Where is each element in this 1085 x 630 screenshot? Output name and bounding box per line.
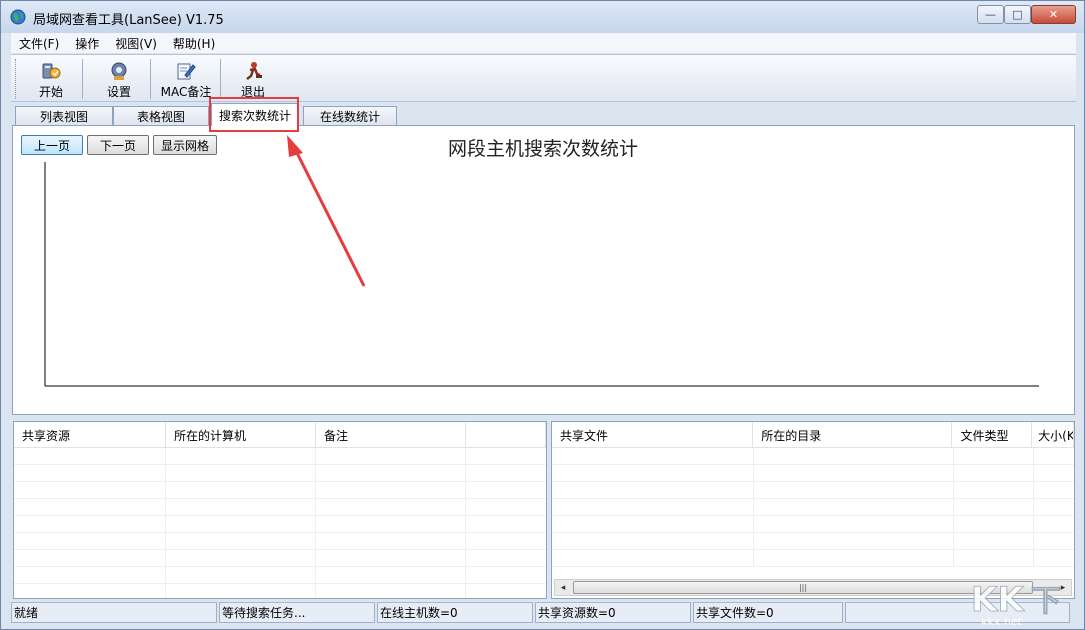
col-remark[interactable]: 备注 [316, 422, 466, 448]
settings-label: 设置 [106, 85, 131, 99]
tab-table-view[interactable]: 表格视图 [113, 106, 209, 126]
annotation-highlight-box [209, 97, 299, 132]
toolbar: 开始 设置 MAC备注 退出 [11, 54, 1076, 102]
window-title: 局域网查看工具(LanSee) V1.75 [33, 13, 224, 28]
status-bar: 就绪 等待搜索任务... 在线主机数=0 共享资源数=0 共享文件数=0 [11, 602, 1076, 623]
toolbar-separator [150, 59, 151, 99]
col-directory[interactable]: 所在的目录 [753, 422, 953, 448]
scrollbar-thumb[interactable]: ||| [573, 581, 1033, 594]
menu-file[interactable]: 文件(F) [11, 35, 67, 52]
status-shared-resources: 共享资源数=0 [535, 602, 691, 623]
table-row [552, 499, 1074, 516]
col-file-type[interactable]: 文件类型 [952, 422, 1033, 448]
maximize-button[interactable]: □ [1004, 5, 1031, 24]
watermark-logo: KK 下 kkx.net [971, 580, 1062, 627]
annotation-arrow-icon [287, 135, 366, 287]
menu-view[interactable]: 视图(V) [107, 35, 165, 52]
note-pencil-icon [177, 63, 196, 80]
exit-button[interactable]: 退出 [233, 57, 273, 101]
table-row [552, 550, 1074, 567]
col-size[interactable]: 大小(K [1032, 422, 1074, 448]
start-button[interactable]: 开始 [31, 57, 71, 101]
status-ready: 就绪 [11, 602, 217, 623]
table-row [14, 533, 546, 550]
svg-text:KK: KK [971, 580, 1025, 620]
app-globe-icon [10, 9, 26, 25]
col-shared-resource[interactable]: 共享资源 [14, 422, 166, 448]
table-row [552, 465, 1074, 482]
close-button[interactable]: ✕ [1031, 5, 1076, 24]
toolbar-grip[interactable] [15, 59, 18, 99]
shared-resources-table: 共享资源 所在的计算机 备注 [13, 421, 547, 599]
title-bar[interactable]: 局域网查看工具(LanSee) V1.75 — □ ✕ [1, 1, 1084, 33]
chart-axes [44, 162, 1039, 387]
scroll-left-arrow-icon[interactable]: ◂ [555, 580, 571, 595]
table-row [14, 584, 546, 598]
status-online-hosts: 在线主机数=0 [377, 602, 533, 623]
table-row [14, 465, 546, 482]
table-row [14, 567, 546, 584]
toolbar-separator [82, 59, 83, 99]
table-row [552, 482, 1074, 499]
svg-text:下: 下 [1031, 584, 1061, 619]
table-row [14, 550, 546, 567]
table-row [14, 448, 546, 465]
table-row [552, 448, 1074, 465]
view-tabs: 列表视图 表格视图 搜索次数统计 在线数统计 [11, 103, 1076, 126]
app-window: 局域网查看工具(LanSee) V1.75 — □ ✕ 文件(F) 操作 视图(… [0, 0, 1085, 630]
toolbar-separator [220, 59, 221, 99]
table-row [14, 482, 546, 499]
tab-online-stats[interactable]: 在线数统计 [303, 106, 397, 126]
settings-gear-icon [111, 62, 127, 80]
table-row [552, 516, 1074, 533]
menu-help[interactable]: 帮助(H) [165, 35, 223, 52]
mac-note-label: MAC备注 [160, 85, 212, 99]
table-body [14, 448, 546, 598]
horizontal-splitter[interactable] [11, 415, 1076, 420]
settings-button[interactable]: 设置 [99, 57, 139, 101]
tab-list-view[interactable]: 列表视图 [15, 106, 113, 126]
status-shared-files: 共享文件数=0 [693, 602, 843, 623]
start-computer-icon [42, 63, 61, 79]
status-waiting: 等待搜索任务... [219, 602, 375, 623]
minimize-button[interactable]: — [977, 5, 1004, 24]
menu-operation[interactable]: 操作 [67, 35, 107, 52]
start-label: 开始 [38, 85, 63, 99]
search-stats-chart-panel: 上一页 下一页 显示网格 网段主机搜索次数统计 [12, 125, 1075, 415]
shared-files-table: 共享文件 所在的目录 文件类型 大小(K ◂ ||| ▸ [551, 421, 1075, 599]
col-shared-file[interactable]: 共享文件 [552, 422, 754, 448]
exit-runner-icon [246, 62, 262, 80]
col-extra[interactable] [466, 422, 546, 448]
table-row [552, 533, 1074, 550]
menu-bar: 文件(F) 操作 视图(V) 帮助(H) [11, 33, 1076, 53]
table-row [14, 499, 546, 516]
table-row [14, 516, 546, 533]
svg-text:kkx.net: kkx.net [981, 615, 1022, 627]
table-header: 共享文件 所在的目录 文件类型 大小(K [552, 422, 1074, 448]
table-header: 共享资源 所在的计算机 备注 [14, 422, 546, 448]
col-computer[interactable]: 所在的计算机 [166, 422, 316, 448]
mac-note-button[interactable]: MAC备注 [157, 57, 215, 101]
